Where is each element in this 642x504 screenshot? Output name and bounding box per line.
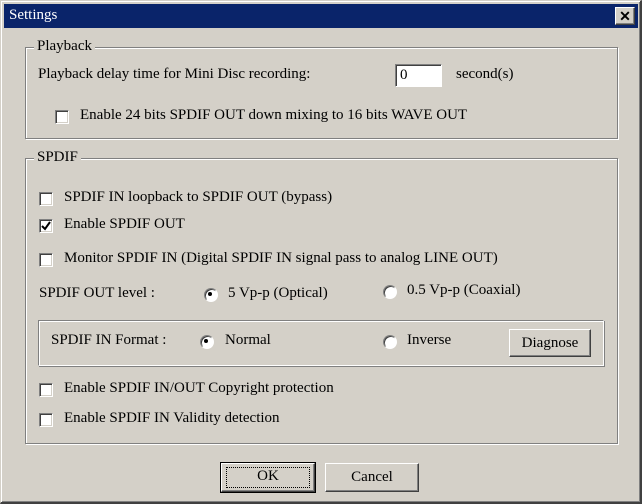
spdif-in-format-panel: SPDIF IN Format : Normal Inverse Diagnos… bbox=[38, 320, 604, 366]
radio-selected-dot bbox=[208, 292, 212, 296]
enable-spdif-out-checkbox[interactable] bbox=[39, 219, 53, 233]
validity-detection-checkbox[interactable] bbox=[39, 413, 53, 427]
diagnose-button[interactable]: Diagnose bbox=[509, 329, 591, 357]
ok-button[interactable]: OK bbox=[220, 462, 316, 493]
spdif-group: SPDIF SPDIF IN loopback to SPDIF OUT (by… bbox=[25, 149, 618, 444]
monitor-spdif-in-checkbox[interactable] bbox=[39, 253, 53, 267]
playback-group-label: Playback bbox=[34, 38, 95, 55]
delay-time-label: Playback delay time for Mini Disc record… bbox=[38, 66, 311, 82]
validity-detection-label: Enable SPDIF IN Validity detection bbox=[64, 410, 280, 426]
in-format-normal-radio[interactable] bbox=[200, 335, 214, 349]
title-bar[interactable]: Settings ✕ bbox=[4, 4, 638, 28]
out-level-coaxial-radio[interactable] bbox=[383, 285, 397, 299]
copyright-protection-label: Enable SPDIF IN/OUT Copyright protection bbox=[64, 380, 334, 396]
delay-time-input[interactable] bbox=[395, 64, 442, 87]
cancel-button[interactable]: Cancel bbox=[325, 463, 419, 492]
monitor-spdif-in-label: Monitor SPDIF IN (Digital SPDIF IN signa… bbox=[64, 250, 498, 266]
check-icon bbox=[41, 221, 51, 231]
ok-button-label: OK bbox=[226, 467, 310, 488]
settings-dialog: Settings ✕ Playback Playback delay time … bbox=[0, 0, 642, 504]
delay-unit-label: second(s) bbox=[456, 66, 514, 82]
radio-selected-dot bbox=[204, 339, 208, 343]
in-format-normal-label: Normal bbox=[225, 332, 271, 348]
copyright-protection-checkbox[interactable] bbox=[39, 383, 53, 397]
spdif-out-level-label: SPDIF OUT level : bbox=[39, 285, 155, 301]
spdif-in-format-label: SPDIF IN Format : bbox=[51, 332, 167, 348]
spdif-group-label: SPDIF bbox=[34, 149, 81, 166]
out-level-coaxial-label: 0.5 Vp-p (Coaxial) bbox=[407, 282, 521, 298]
window-title: Settings bbox=[9, 7, 58, 23]
playback-group: Playback Playback delay time for Mini Di… bbox=[25, 38, 618, 139]
downmix-label: Enable 24 bits SPDIF OUT down mixing to … bbox=[80, 107, 468, 123]
close-icon: ✕ bbox=[619, 8, 631, 24]
downmix-checkbox[interactable] bbox=[55, 110, 69, 124]
close-button[interactable]: ✕ bbox=[615, 7, 635, 25]
enable-spdif-out-label: Enable SPDIF OUT bbox=[64, 216, 185, 232]
out-level-optical-radio[interactable] bbox=[204, 288, 218, 302]
loopback-label: SPDIF IN loopback to SPDIF OUT (bypass) bbox=[64, 189, 333, 205]
in-format-inverse-label: Inverse bbox=[407, 332, 452, 348]
loopback-checkbox[interactable] bbox=[39, 192, 53, 206]
out-level-optical-label: 5 Vp-p (Optical) bbox=[228, 285, 328, 301]
in-format-inverse-radio[interactable] bbox=[383, 335, 397, 349]
